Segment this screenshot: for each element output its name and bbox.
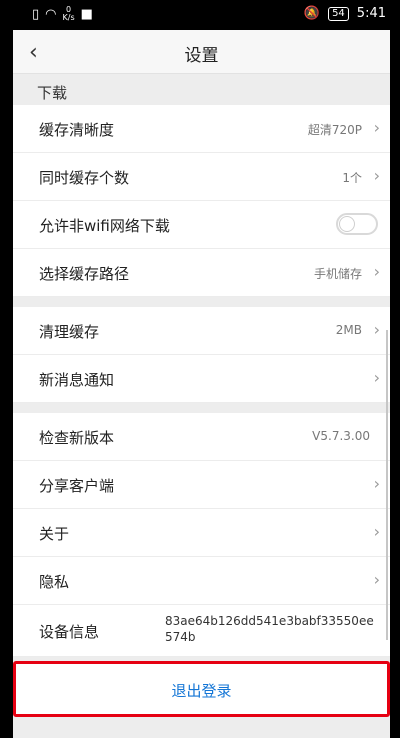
setting-label: 缓存清晰度 <box>39 121 115 139</box>
setting-about[interactable]: 关于 › <box>13 509 390 557</box>
setting-label: 同时缓存个数 <box>39 169 130 187</box>
setting-clear-cache[interactable]: 清理缓存 2MB › <box>13 307 390 355</box>
setting-concurrent-downloads[interactable]: 同时缓存个数 1个 › <box>13 153 390 201</box>
section-header-download: 下载 <box>13 74 390 104</box>
setting-label: 分享客户端 <box>39 477 115 495</box>
setting-value: 2MB <box>335 323 362 337</box>
section-title: 下载 <box>37 84 68 102</box>
status-right: 🔕 54 5:41 <box>304 6 386 21</box>
setting-share-client[interactable]: 分享客户端 › <box>13 461 390 509</box>
battery-icon: 54 <box>328 6 349 21</box>
notification-icon: ■ <box>80 6 93 22</box>
setting-value: 1个 <box>342 171 362 185</box>
status-left: ▯ ◠ 0 K/s ■ <box>32 6 93 22</box>
wifi-icon: ◠ <box>45 6 57 22</box>
setting-label: 新消息通知 <box>39 371 115 389</box>
setting-label: 隐私 <box>39 573 70 591</box>
version-value: V5.7.3.00 <box>312 429 370 443</box>
chevron-right-icon: › <box>373 118 380 137</box>
setting-label: 选择缓存路径 <box>39 265 130 283</box>
page-title: 设置 <box>184 46 219 66</box>
clock: 5:41 <box>356 6 386 21</box>
scrollbar[interactable] <box>386 330 388 640</box>
bottom-spacer <box>13 717 390 738</box>
status-bar: ▯ ◠ 0 K/s ■ 🔕 54 5:41 <box>0 0 400 30</box>
setting-label: 清理缓存 <box>39 323 100 341</box>
setting-device-info: 设备信息 83ae64b126dd541e3babf33550ee574b <box>13 605 390 657</box>
setting-privacy[interactable]: 隐私 › <box>13 557 390 605</box>
chevron-right-icon: › <box>373 570 380 589</box>
setting-label: 设备信息 <box>39 623 100 641</box>
sim-icon: ▯ <box>32 6 40 22</box>
toggle-knob <box>339 216 355 232</box>
settings-screen: ‹ 设置 下载 缓存清晰度 超清720P › 同时缓存个数 1个 › 允许非wi… <box>13 30 390 738</box>
setting-message-notify[interactable]: 新消息通知 › <box>13 355 390 403</box>
device-id-value: 83ae64b126dd541e3babf33550ee574b <box>165 614 374 644</box>
chevron-right-icon: › <box>373 522 380 541</box>
setting-value: 超清720P <box>307 123 362 137</box>
setting-cache-path[interactable]: 选择缓存路径 手机储存 › <box>13 249 390 297</box>
logout-highlight: 退出登录 <box>13 661 390 717</box>
network-speed-unit: K/s <box>62 13 75 22</box>
chevron-right-icon: › <box>373 166 380 185</box>
title-bar: ‹ 设置 <box>13 30 390 74</box>
setting-check-update[interactable]: 检查新版本 V5.7.3.00 <box>13 413 390 461</box>
mute-icon: 🔕 <box>303 6 321 21</box>
wifi-download-toggle[interactable] <box>336 213 378 235</box>
logout-button[interactable]: 退出登录 <box>16 680 387 701</box>
setting-wifi-only-download: 允许非wifi网络下载 <box>13 201 390 249</box>
setting-cache-quality[interactable]: 缓存清晰度 超清720P › <box>13 105 390 153</box>
setting-label: 检查新版本 <box>39 429 115 447</box>
chevron-right-icon: › <box>373 320 380 339</box>
chevron-right-icon: › <box>373 262 380 281</box>
chevron-right-icon: › <box>373 368 380 387</box>
setting-label: 允许非wifi网络下载 <box>39 217 170 235</box>
chevron-right-icon: › <box>373 474 380 493</box>
setting-value: 手机储存 <box>313 267 362 281</box>
setting-label: 关于 <box>39 525 70 543</box>
network-speed: 0 K/s <box>63 6 75 22</box>
